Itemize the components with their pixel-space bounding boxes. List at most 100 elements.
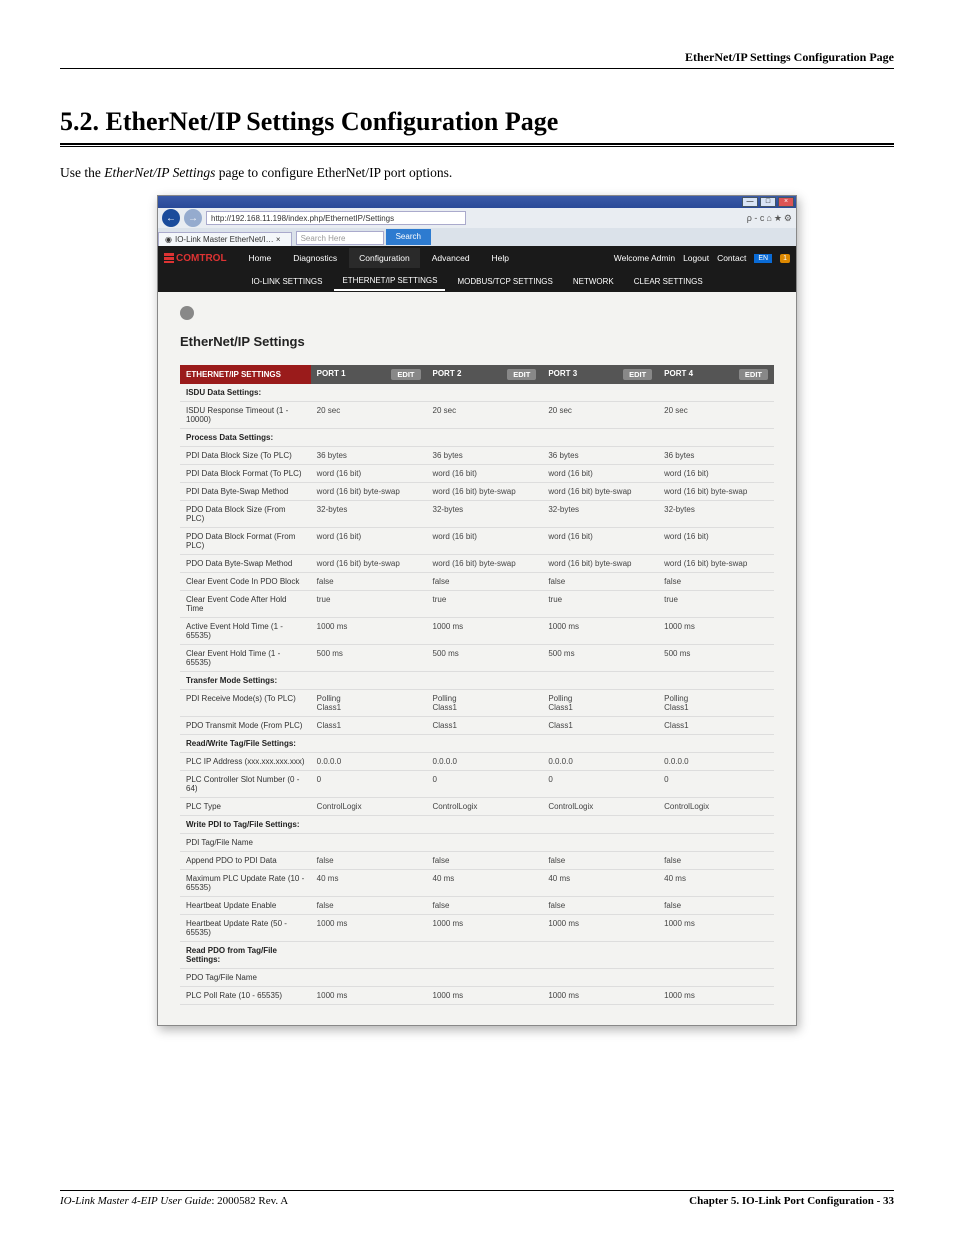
value-cell: Class1: [311, 717, 427, 735]
value-cell: 36 bytes: [427, 447, 543, 465]
addr-icons: ρ - c ⌂ ★ ⚙: [747, 213, 792, 224]
value-cell: [427, 969, 543, 987]
home-icon[interactable]: ⌂: [766, 213, 771, 223]
url-badge: ρ - c: [747, 213, 765, 223]
value-cell: false: [542, 852, 658, 870]
value-cell: 1000 ms: [658, 987, 774, 1005]
value-cell: 36 bytes: [658, 447, 774, 465]
value-cell: 0: [658, 771, 774, 798]
section-label: Read PDO from Tag/File Settings:: [180, 942, 311, 969]
lang-badge[interactable]: EN: [754, 254, 772, 263]
value-cell: word (16 bit) byte-swap: [542, 483, 658, 501]
value-cell: word (16 bit): [427, 528, 543, 555]
value-cell: 500 ms: [658, 645, 774, 672]
window-maximize-button[interactable]: □: [760, 197, 776, 207]
title-rule: [60, 143, 894, 147]
subnav-item[interactable]: ETHERNET/IP SETTINGS: [334, 272, 445, 291]
value-cell: false: [658, 852, 774, 870]
alert-badge[interactable]: 1: [780, 254, 790, 263]
subnav-item[interactable]: MODBUS/TCP SETTINGS: [449, 273, 560, 290]
table-row: Heartbeat Update Rate (50 - 65535) 1000 m…: [180, 915, 774, 942]
row-label: PDI Data Byte-Swap Method: [180, 483, 311, 501]
empty-cell: [658, 672, 774, 690]
footer-left: IO-Link Master 4-EIP User Guide: 2000582…: [60, 1195, 288, 1207]
address-bar: ← → http://192.168.11.198/index.php/Ethe…: [158, 208, 796, 228]
row-label: PDO Data Block Size (From PLC): [180, 501, 311, 528]
port-header-3: PORT 3EDIT: [542, 365, 658, 384]
value-cell: 36 bytes: [542, 447, 658, 465]
value-cell: word (16 bit) byte-swap: [658, 555, 774, 573]
search-input[interactable]: Search Here: [296, 231, 384, 245]
table-row: PLC TypeControlLogixControlLogixControlL…: [180, 798, 774, 816]
subnav-item[interactable]: IO-LINK SETTINGS: [243, 273, 330, 290]
tab-row: ◉ IO-Link Master EtherNet/I… × Search He…: [158, 228, 796, 246]
table-row: PDO Transmit Mode (From PLC)Class1Class1…: [180, 717, 774, 735]
nav-item-help[interactable]: Help: [482, 248, 519, 268]
intro-suffix: page to configure EtherNet/IP port optio…: [215, 165, 452, 180]
window-minimize-button[interactable]: —: [742, 197, 758, 207]
nav-item-home[interactable]: Home: [239, 248, 282, 268]
row-label: PDI Data Block Size (To PLC): [180, 447, 311, 465]
empty-cell: [311, 942, 427, 969]
brand-logo: COMTROL: [164, 253, 227, 264]
port-3-edit-button[interactable]: EDIT: [623, 369, 652, 380]
table-row: PDI Tag/File Name: [180, 834, 774, 852]
gear-icon[interactable]: ⚙: [784, 213, 792, 224]
value-cell: 0: [311, 771, 427, 798]
nav-back-button[interactable]: ←: [162, 209, 180, 227]
empty-cell: [658, 816, 774, 834]
value-cell: word (16 bit) byte-swap: [427, 483, 543, 501]
table-row: PDI Data Block Size (To PLC)36 bytes36 b…: [180, 447, 774, 465]
value-cell: false: [311, 573, 427, 591]
value-cell: 32-bytes: [658, 501, 774, 528]
port-1-edit-button[interactable]: EDIT: [391, 369, 420, 380]
row-label: Active Event Hold Time (1 - 65535): [180, 618, 311, 645]
section-label: Process Data Settings:: [180, 429, 311, 447]
value-cell: Polling Class1: [658, 690, 774, 717]
value-cell: false: [311, 897, 427, 915]
value-cell: 1000 ms: [542, 915, 658, 942]
table-row: Read/Write Tag/File Settings:: [180, 735, 774, 753]
section-label: Write PDI to Tag/File Settings:: [180, 816, 311, 834]
nav-item-diagnostics[interactable]: Diagnostics: [283, 248, 347, 268]
value-cell: word (16 bit): [542, 465, 658, 483]
port-4-edit-button[interactable]: EDIT: [739, 369, 768, 380]
contact-link[interactable]: Contact: [717, 253, 746, 263]
url-field[interactable]: http://192.168.11.198/index.php/Ethernet…: [206, 211, 466, 225]
nav-item-advanced[interactable]: Advanced: [422, 248, 480, 268]
value-cell: [658, 969, 774, 987]
logout-link[interactable]: Logout: [683, 253, 709, 263]
value-cell: Polling Class1: [542, 690, 658, 717]
value-cell: word (16 bit): [311, 465, 427, 483]
star-icon[interactable]: ★: [774, 213, 782, 224]
search-button[interactable]: Search: [386, 229, 431, 245]
value-cell: 500 ms: [311, 645, 427, 672]
value-cell: 0.0.0.0: [542, 753, 658, 771]
value-cell: 1000 ms: [658, 915, 774, 942]
subnav-item[interactable]: NETWORK: [565, 273, 622, 290]
value-cell: word (16 bit) byte-swap: [658, 483, 774, 501]
value-cell: [542, 969, 658, 987]
value-cell: 20 sec: [427, 402, 543, 429]
nav-forward-button[interactable]: →: [184, 209, 202, 227]
port-header-4: PORT 4EDIT: [658, 365, 774, 384]
window-close-button[interactable]: ×: [778, 197, 794, 207]
nav-item-configuration[interactable]: Configuration: [349, 248, 420, 268]
value-cell: word (16 bit): [658, 528, 774, 555]
table-header-row: ETHERNET/IP SETTINGS PORT 1EDIT PORT 2ED…: [180, 365, 774, 384]
row-label: Heartbeat Update Enable: [180, 897, 311, 915]
port-2-edit-button[interactable]: EDIT: [507, 369, 536, 380]
value-cell: false: [658, 897, 774, 915]
value-cell: ControlLogix: [427, 798, 543, 816]
row-label: PDI Data Block Format (To PLC): [180, 465, 311, 483]
row-label: Heartbeat Update Rate (50 - 65535): [180, 915, 311, 942]
subnav-item[interactable]: CLEAR SETTINGS: [626, 273, 711, 290]
table-row: Clear Event Code In PDO Blockfalsefalsef…: [180, 573, 774, 591]
value-cell: 0: [542, 771, 658, 798]
value-cell: 20 sec: [311, 402, 427, 429]
value-cell: Polling Class1: [427, 690, 543, 717]
value-cell: Class1: [542, 717, 658, 735]
browser-tab[interactable]: ◉ IO-Link Master EtherNet/I… ×: [158, 232, 292, 246]
port-header-1: PORT 1EDIT: [311, 365, 427, 384]
value-cell: word (16 bit): [311, 528, 427, 555]
